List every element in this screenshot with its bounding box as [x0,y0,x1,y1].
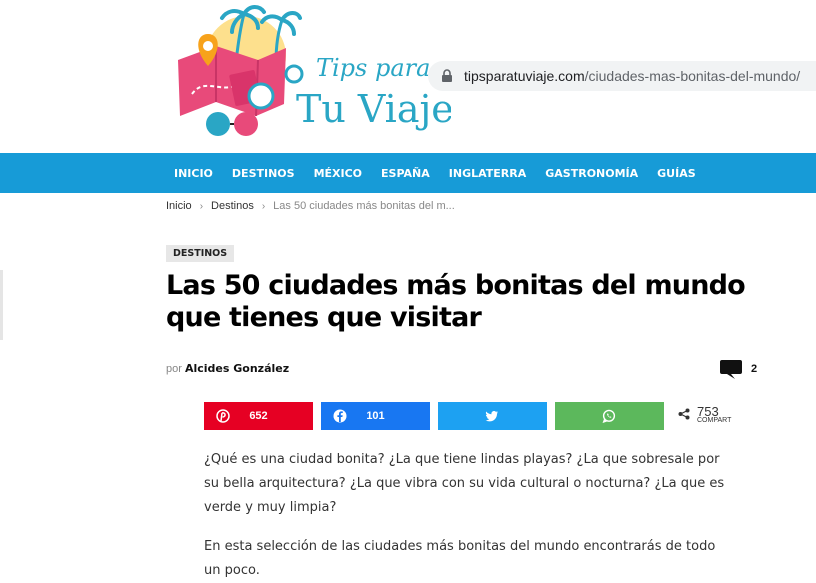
breadcrumb-separator-icon: › [199,200,204,212]
nav-item-mexico[interactable]: MÉXICO [314,167,362,180]
nav-item-guias[interactable]: GUÍAS [657,167,696,180]
main-nav: INICIO DESTINOS MÉXICO ESPAÑA INGLATERRA… [0,153,816,193]
pinterest-share-count: 652 [249,410,268,422]
nav-item-espana[interactable]: ESPAÑA [381,167,430,180]
byline: por Alcides González [166,362,289,375]
comments-link[interactable]: 2 [719,358,757,380]
address-bar[interactable]: tipsparatuviaje.com/ciudades-mas-bonitas… [428,61,816,91]
site-logo[interactable]: Tips para Tu Viaje [166,4,454,146]
byline-prefix: por [166,363,182,375]
total-share-label: COMPART [697,417,732,424]
breadcrumb-current: Las 50 ciudades más bonitas del m... [273,200,455,212]
nav-item-gastronomia[interactable]: GASTRONOMÍA [545,167,638,180]
article-title: Las 50 ciudades más bonitas del mundo qu… [166,270,746,333]
whatsapp-share-button[interactable] [555,402,664,430]
article-paragraph: En esta selección de las ciudades más bo… [204,539,716,578]
author-link[interactable]: Alcides González [185,362,289,375]
comment-count: 2 [751,363,758,375]
logo-line1: Tips para [316,54,430,82]
share-icon [678,408,690,420]
category-badge[interactable]: DESTINOS [166,245,235,262]
whatsapp-icon [602,409,616,423]
page-edge-divider [0,270,3,340]
pinterest-share-button[interactable]: 652 [204,402,313,430]
nav-item-destinos[interactable]: DESTINOS [232,167,295,180]
facebook-share-count: 101 [366,410,385,422]
url-host: tipsparatuviaje.com [464,68,585,84]
twitter-icon [485,411,498,422]
breadcrumb-separator-icon: › [261,200,266,212]
breadcrumb: Inicio › Destinos › Las 50 ciudades más … [166,200,455,212]
logo-line2: Tu Viaje [296,87,451,131]
logo-graphic: Tips para Tu Viaje [178,5,454,136]
url-path: /ciudades-mas-bonitas-del-mundo/ [584,68,801,84]
facebook-share-button[interactable]: 101 [321,402,430,430]
nav-item-inicio[interactable]: INICIO [174,167,213,180]
lock-icon [442,69,452,82]
article-paragraph: ¿Qué es una ciudad bonita? ¿La que tiene… [204,452,725,515]
breadcrumb-home[interactable]: Inicio [166,200,192,212]
comment-bubble-icon [720,360,742,379]
site-header: Tips para Tu Viaje tipsparatuviaje.com/c… [0,0,816,153]
nav-item-inglaterra[interactable]: INGLATERRA [449,167,526,180]
breadcrumb-section[interactable]: Destinos [211,200,254,212]
twitter-share-button[interactable] [438,402,547,430]
